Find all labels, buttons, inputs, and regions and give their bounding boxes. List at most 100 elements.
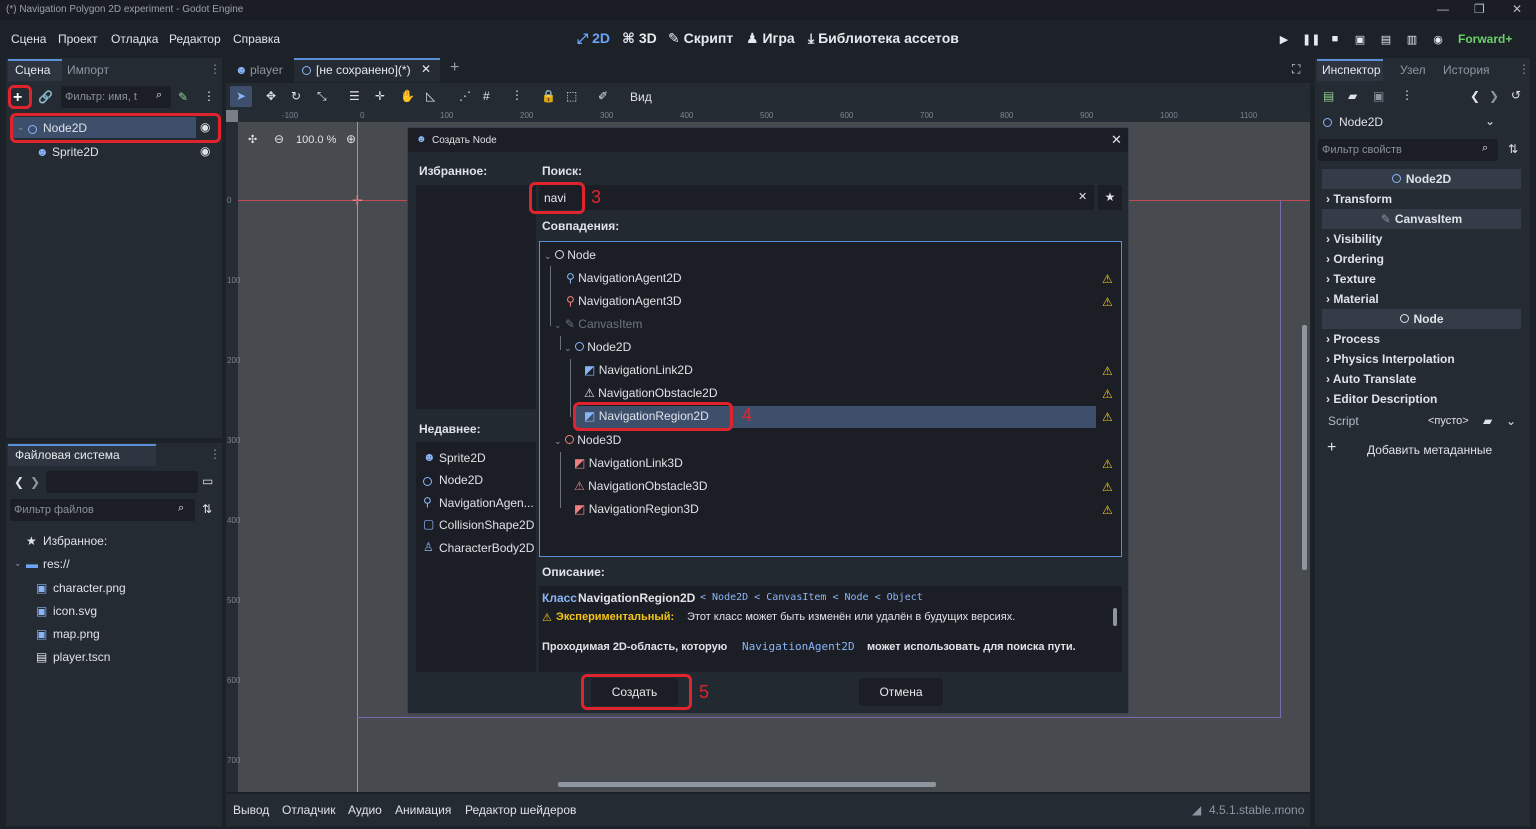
favorite-star-icon[interactable]: ★: [1098, 185, 1122, 210]
rotate-tool-icon[interactable]: ↻: [291, 89, 301, 103]
add-tab-icon[interactable]: +: [450, 59, 459, 77]
history-back-icon[interactable]: ❮: [1470, 89, 1480, 103]
new-resource-icon[interactable]: ▤: [1323, 89, 1334, 103]
tree-item-node[interactable]: ⌄ Node: [544, 244, 596, 267]
res-folder[interactable]: res://: [43, 557, 70, 571]
favorites-item[interactable]: Избранное:: [43, 534, 107, 548]
bottom-tab-output[interactable]: Вывод: [233, 803, 269, 817]
recent-item[interactable]: Node2D: [439, 473, 483, 487]
tree-node-name[interactable]: Sprite2D: [52, 145, 99, 159]
filter-options-icon[interactable]: ⇅: [1508, 142, 1518, 156]
group-process[interactable]: › Process: [1326, 332, 1380, 346]
tab-filesystem[interactable]: Файловая система: [15, 448, 120, 462]
tree-item-navigationobstacle3d[interactable]: ⚠ NavigationObstacle3D: [574, 475, 708, 498]
chevron-down-icon[interactable]: ⌄: [1485, 114, 1495, 128]
renderer-select[interactable]: Forward+: [1458, 32, 1512, 46]
tree-item-navigationlink3d[interactable]: ◩ NavigationLink3D: [574, 452, 683, 475]
smart-snap-icon[interactable]: ⋰: [459, 89, 471, 103]
group-transform[interactable]: › Transform: [1326, 192, 1392, 206]
center-view-icon[interactable]: ✣: [248, 133, 257, 146]
group-editor-description[interactable]: › Editor Description: [1326, 392, 1437, 406]
group-physics-interpolation[interactable]: › Physics Interpolation: [1326, 352, 1455, 366]
clear-search-icon[interactable]: ✕: [1078, 190, 1087, 203]
object-history-icon[interactable]: ↺: [1511, 88, 1521, 102]
recent-item[interactable]: CharacterBody2D: [439, 541, 534, 555]
sort-icon[interactable]: ⇅: [202, 502, 212, 516]
workspace-game[interactable]: ♟ Игра: [746, 30, 795, 47]
group-icon[interactable]: ⬚: [566, 89, 577, 103]
tab-player[interactable]: player: [250, 63, 283, 77]
lock-icon[interactable]: 🔒: [541, 89, 556, 103]
tree-item-navigationregion3d[interactable]: ◩ NavigationRegion3D: [574, 498, 699, 521]
remote-debug-icon[interactable]: ▣: [1353, 33, 1367, 47]
desc-inheritance[interactable]: < Node2D < CanvasItem < Node < Object: [700, 592, 923, 603]
grid-snap-icon[interactable]: #: [483, 89, 490, 103]
distraction-free-icon[interactable]: ⛶: [1292, 62, 1300, 77]
move-tool-icon[interactable]: ✥: [266, 89, 276, 103]
view-menu[interactable]: Вид: [630, 90, 652, 104]
add-metadata-button[interactable]: Добавить метаданные: [1367, 443, 1492, 457]
group-texture[interactable]: › Texture: [1326, 272, 1376, 286]
bottom-tab-shader[interactable]: Редактор шейдеров: [465, 803, 576, 817]
scale-tool-icon[interactable]: ⤡: [317, 89, 327, 104]
dock-menu-icon[interactable]: ⋮: [1518, 62, 1530, 76]
attach-script-icon[interactable]: ✎: [178, 90, 188, 104]
recent-item[interactable]: Sprite2D: [439, 451, 486, 465]
file-item[interactable]: icon.svg: [53, 604, 97, 618]
visibility-eye-icon[interactable]: ◉: [200, 144, 210, 158]
inspected-node[interactable]: Node2D: [1339, 115, 1383, 129]
forward-icon[interactable]: ❯: [30, 475, 40, 489]
tree-item-navigationagent2d[interactable]: ⚲ NavigationAgent2D: [566, 267, 682, 290]
zoom-out-icon[interactable]: ⊖: [274, 132, 284, 146]
workspace-script[interactable]: ✎ Скрипт: [668, 30, 733, 47]
path-input[interactable]: [46, 471, 198, 493]
recent-item[interactable]: NavigationAgen...: [439, 496, 534, 510]
close-dialog-icon[interactable]: ✕: [1111, 132, 1122, 148]
snap-menu-icon[interactable]: ⋮: [511, 88, 523, 102]
recent-item[interactable]: CollisionShape2D: [439, 518, 534, 532]
tree-item-canvasitem[interactable]: ⌄ ✎ CanvasItem: [554, 313, 642, 336]
favorites-list[interactable]: [416, 185, 536, 409]
minimize-icon[interactable]: —: [1437, 2, 1449, 16]
group-ordering[interactable]: › Ordering: [1326, 252, 1384, 266]
file-item[interactable]: map.png: [53, 627, 100, 641]
bottom-tab-animation[interactable]: Анимация: [395, 803, 451, 817]
menu-scene[interactable]: Сцена: [11, 32, 46, 46]
close-tab-icon[interactable]: ✕: [421, 62, 431, 76]
bottom-tab-debugger[interactable]: Отладчик: [282, 803, 335, 817]
history-forward-icon[interactable]: ❯: [1489, 89, 1499, 103]
description-scrollbar[interactable]: [1113, 608, 1117, 626]
group-auto-translate[interactable]: › Auto Translate: [1326, 372, 1416, 386]
close-icon[interactable]: ✕: [1512, 2, 1522, 16]
play-custom-icon[interactable]: ▥: [1405, 33, 1419, 47]
zoom-level[interactable]: 100.0 %: [296, 134, 336, 146]
tab-scene[interactable]: Сцена: [15, 63, 50, 77]
tab-node[interactable]: Узел: [1400, 63, 1426, 77]
zoom-in-icon[interactable]: ⊕: [346, 132, 356, 146]
pause-icon[interactable]: ❚❚: [1302, 33, 1320, 47]
scene-menu-icon[interactable]: ⋮: [203, 89, 215, 103]
menu-project[interactable]: Проект: [58, 32, 98, 46]
resource-menu-icon[interactable]: ⋮: [1401, 88, 1413, 102]
property-filter-input[interactable]: Фильтр свойств ⌕: [1318, 139, 1498, 161]
play-icon[interactable]: ▶: [1277, 33, 1291, 47]
workspace-3d[interactable]: ⌘ 3D: [622, 30, 657, 47]
file-item[interactable]: character.png: [53, 581, 126, 595]
tree-item-navigationagent3d[interactable]: ⚲ NavigationAgent3D: [566, 290, 682, 313]
workspace-assetlib[interactable]: ⤓ Библиотека ассетов: [808, 30, 959, 47]
load-resource-icon[interactable]: ▰: [1348, 89, 1357, 103]
instance-scene-icon[interactable]: 🔗: [38, 90, 53, 104]
workspace-2d[interactable]: ⤢ 2D: [577, 30, 610, 47]
menu-debug[interactable]: Отладка: [111, 32, 158, 46]
tree-item-navigationlink2d[interactable]: ◩ NavigationLink2D: [584, 359, 693, 382]
skeleton-icon[interactable]: ✐: [598, 89, 608, 103]
chevron-down-icon[interactable]: ⌄: [1506, 414, 1516, 428]
stop-icon[interactable]: ■: [1328, 33, 1342, 47]
list-select-icon[interactable]: ☰: [349, 89, 360, 103]
maximize-icon[interactable]: ❐: [1474, 2, 1485, 16]
back-icon[interactable]: ❮: [14, 475, 24, 489]
vertical-scrollbar[interactable]: [1302, 325, 1307, 570]
bottom-tab-audio[interactable]: Аудио: [348, 803, 382, 817]
file-item[interactable]: player.tscn: [53, 650, 110, 664]
ruler-tool-icon[interactable]: ◺: [426, 89, 435, 103]
